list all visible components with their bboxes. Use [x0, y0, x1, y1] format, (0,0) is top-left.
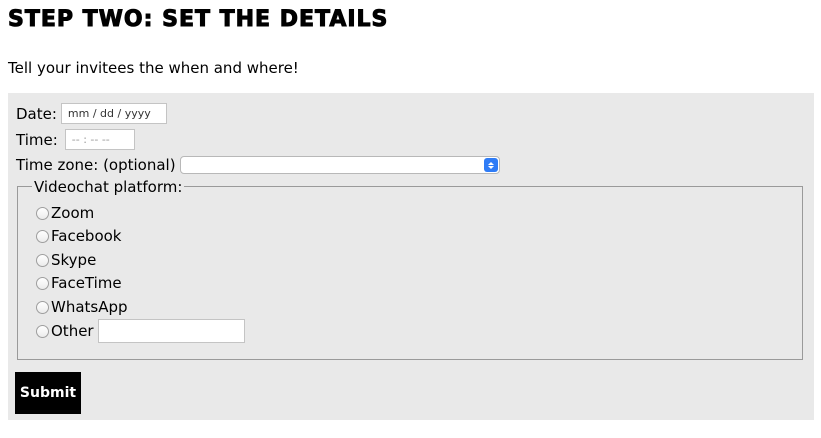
platform-option-label: WhatsApp: [51, 298, 128, 316]
details-form: Date: mm / dd / yyyy Time: -- : -- -- Ti…: [8, 93, 814, 420]
platform-option-other[interactable]: Other: [36, 319, 245, 343]
date-input[interactable]: mm / dd / yyyy: [60, 103, 167, 124]
platform-option-label: Facebook: [51, 227, 122, 245]
platform-option-facebook[interactable]: Facebook: [36, 226, 121, 246]
platform-option-label: Skype: [51, 251, 97, 269]
platform-option-whatsapp[interactable]: WhatsApp: [36, 297, 128, 317]
platform-option-skype[interactable]: Skype: [36, 250, 96, 270]
date-placeholder: mm / dd / yyyy: [67, 106, 151, 120]
intro-text: Tell your invitees the when and where!: [8, 59, 299, 77]
radio-unchecked-icon[interactable]: [36, 206, 49, 220]
platform-option-label: Zoom: [51, 204, 95, 222]
time-placeholder: -- : -- --: [71, 132, 110, 146]
date-label: Date:: [16, 104, 57, 123]
time-row: Time: -- : -- --: [16, 129, 135, 150]
time-label: Time:: [16, 130, 58, 149]
radio-unchecked-icon[interactable]: [36, 300, 49, 314]
submit-button[interactable]: Submit: [15, 372, 81, 414]
time-input[interactable]: -- : -- --: [64, 129, 135, 150]
timezone-row: Time zone: (optional): [16, 155, 500, 175]
radio-unchecked-icon[interactable]: [36, 253, 49, 267]
platform-legend: Videochat platform:: [32, 177, 185, 197]
chevron-up-down-icon: [483, 158, 498, 172]
platform-fieldset: Videochat platform: Zoom Facebook Skype …: [17, 177, 803, 360]
date-row: Date: mm / dd / yyyy: [16, 103, 167, 124]
radio-unchecked-icon[interactable]: [36, 324, 49, 338]
platform-option-label: Other: [51, 322, 94, 340]
radio-unchecked-icon[interactable]: [36, 229, 49, 243]
timezone-select[interactable]: [179, 156, 500, 174]
platform-option-zoom[interactable]: Zoom: [36, 203, 94, 223]
timezone-label: Time zone: (optional): [16, 156, 176, 174]
page-title: Step Two: Set the Details: [7, 7, 389, 33]
other-platform-input[interactable]: [97, 319, 245, 343]
platform-option-label: FaceTime: [51, 274, 122, 292]
radio-unchecked-icon[interactable]: [36, 276, 49, 290]
platform-option-facetime[interactable]: FaceTime: [36, 273, 122, 293]
